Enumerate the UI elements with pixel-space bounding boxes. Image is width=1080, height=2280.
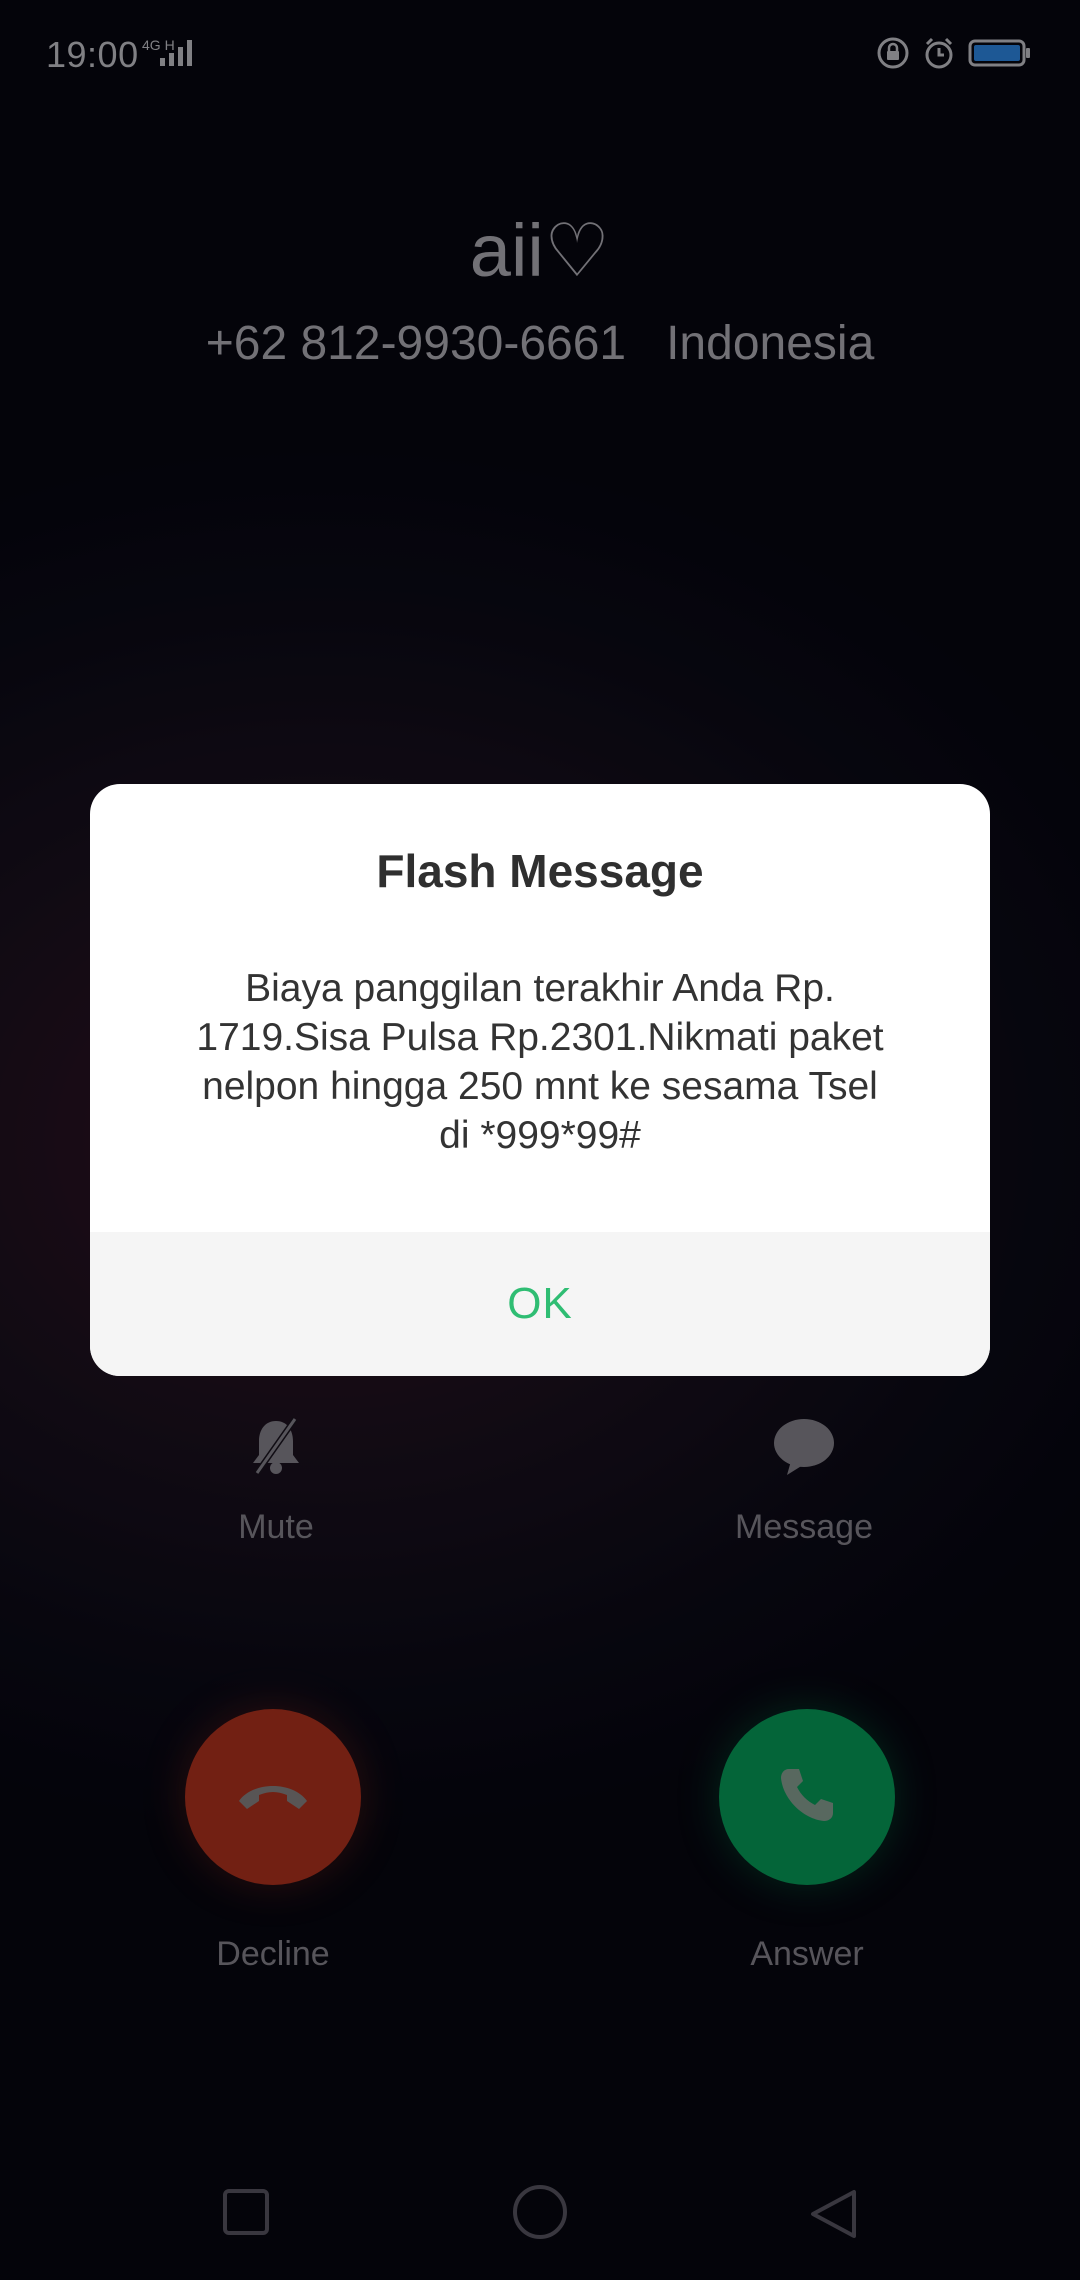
flash-message-dialog: Flash Message Biaya panggilan terakhir A… [90,784,990,1376]
status-time: 19:00 [46,34,139,75]
status-bar: 19:00 4G H [0,0,1080,110]
answer-label: Answer [750,1935,864,1973]
message-button[interactable]: Message [654,1396,954,1547]
message-bubble-icon [654,1396,954,1496]
ok-button[interactable]: OK [507,1279,573,1329]
message-label: Message [735,1508,873,1546]
dialog-title: Flash Message [376,845,704,897]
caller-details: +62 812-9930-6661 Indonesia [0,316,1080,371]
lock-rotation-icon [876,36,910,75]
status-icons [876,36,1032,75]
home-icon[interactable] [512,2185,568,2245]
mute-button[interactable]: Mute [126,1396,426,1547]
dialog-footer: OK [90,1232,990,1376]
phone-icon [775,1763,839,1832]
hang-up-icon [233,1775,313,1820]
back-icon[interactable] [808,2188,858,2245]
dialog-message-line: Biaya panggilan terakhir Anda Rp. [245,967,835,1010]
answer-button[interactable] [719,1709,895,1885]
battery-icon [968,36,1032,75]
dialog-message-line: di *999*99# [439,1114,641,1157]
navigation-bar [0,2160,1080,2260]
caller-number: +62 812-9930-6661 [205,317,627,370]
caller-location: Indonesia [666,317,875,370]
recent-apps-icon[interactable] [222,2188,270,2241]
decline-button[interactable] [185,1709,361,1885]
signal-icon [158,38,198,73]
caller-name: aii♡ [469,209,611,292]
mute-bell-icon [126,1396,426,1496]
mute-label: Mute [238,1508,314,1546]
dialog-message-line: nelpon hingga 250 mnt ke sesama Tsel [202,1065,878,1108]
dialog-message: Biaya panggilan terakhir Anda Rp. 1719.S… [160,964,920,1160]
alarm-icon [922,36,956,75]
decline-label: Decline [216,1935,330,1973]
dialog-message-line: 1719.Sisa Pulsa Rp.2301.Nikmati paket [196,1016,884,1059]
